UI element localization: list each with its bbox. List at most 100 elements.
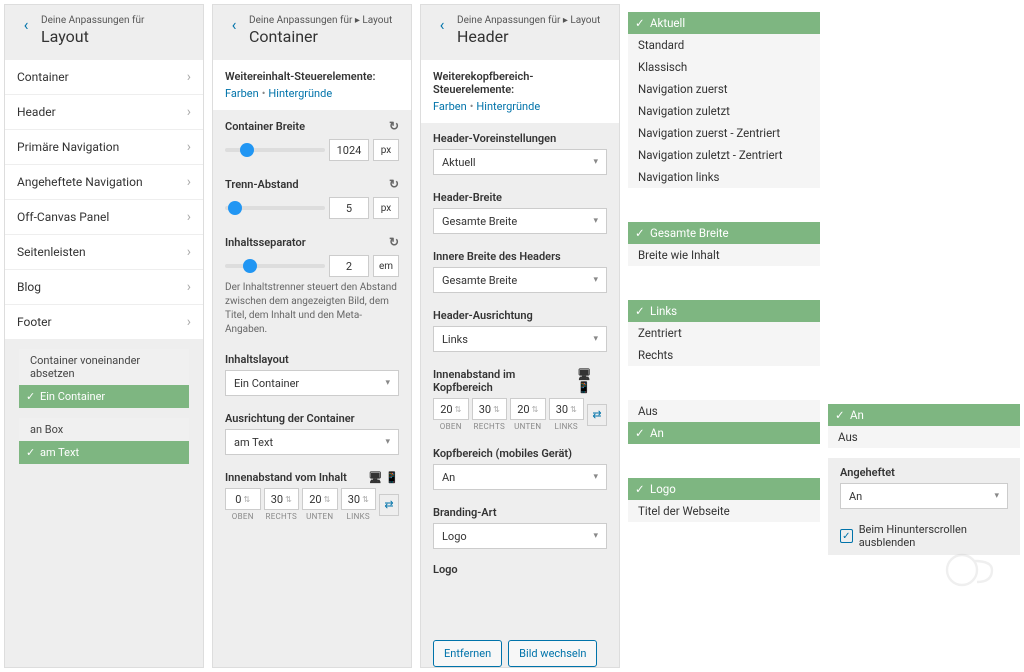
mobile-icon[interactable]: 📱 — [385, 471, 399, 484]
sticky-select[interactable]: An▾ — [840, 483, 1008, 509]
chevron-right-icon: › — [187, 104, 191, 120]
dropdown-option[interactable]: Navigation zuerst - Zentriert — [628, 122, 820, 144]
padding-input[interactable]: 20 ⇅ — [433, 398, 469, 420]
unit-select[interactable]: em — [373, 255, 399, 277]
mobile-icon[interactable]: 📱 — [577, 381, 591, 394]
reset-icon[interactable]: ↻ — [389, 119, 399, 133]
panel-container: ‹ Deine Anpassungen für ▸ Layout Contain… — [212, 4, 412, 668]
layout-menu-item[interactable]: Seitenleisten› — [5, 235, 203, 270]
layout-menu-item[interactable]: Footer› — [5, 305, 203, 339]
panel-header: ‹ Deine Anpassungen für ▸ Layout Header — [421, 5, 619, 56]
align-options: LinksZentriertRechts — [628, 300, 820, 366]
layout-select[interactable]: Ein Container▾ — [225, 370, 399, 396]
control-content-layout: Inhaltslayout Ein Container▾ — [213, 345, 411, 404]
panel-layout: ‹ Deine Anpassungen für Layout Container… — [4, 4, 204, 668]
layout-menu-item[interactable]: Container› — [5, 60, 203, 95]
branding-select[interactable]: Logo▾ — [433, 523, 607, 549]
inner-width-select[interactable]: Gesamte Breite▾ — [433, 267, 607, 293]
control-align: Ausrichtung der Container am Text▾ — [213, 404, 411, 463]
link-padding-icon[interactable]: ⇄ — [379, 494, 399, 516]
chevron-right-icon: › — [187, 279, 191, 295]
dropdown-option[interactable]: Standard — [628, 34, 820, 56]
mobile-header-select[interactable]: An▾ — [433, 464, 607, 490]
dropdown-option[interactable]: Titel der Webseite — [628, 500, 820, 522]
link-colors[interactable]: Farben — [433, 100, 467, 113]
back-icon[interactable]: ‹ — [17, 15, 35, 33]
reset-icon[interactable]: ↻ — [389, 177, 399, 191]
preset-options: AktuellStandardKlassischNavigation zuers… — [628, 12, 820, 188]
preset-select[interactable]: Aktuell▾ — [433, 149, 607, 175]
header-width-select[interactable]: Gesamte Breite▾ — [433, 208, 607, 234]
unit-select[interactable]: px — [373, 139, 399, 161]
link-padding-icon[interactable]: ⇄ — [587, 404, 607, 426]
padding-input[interactable]: 30 ⇅ — [264, 488, 300, 510]
dropdown-option[interactable]: Navigation links — [628, 166, 820, 188]
width-slider[interactable] — [225, 148, 325, 152]
option-text[interactable]: am Text — [19, 441, 189, 464]
dropdown-option[interactable]: Navigation zuerst — [628, 78, 820, 100]
checkbox-icon: ✓ — [840, 529, 853, 543]
chevron-right-icon: › — [187, 69, 191, 85]
dropdown-option[interactable]: Rechts — [628, 344, 820, 366]
back-icon[interactable]: ‹ — [433, 15, 451, 33]
panel-header: ‹ Deine Anpassungen für Layout — [5, 5, 203, 56]
option-one-container[interactable]: Ein Container — [19, 385, 189, 408]
dropdown-option[interactable]: Klassisch — [628, 56, 820, 78]
sep-slider[interactable] — [225, 264, 325, 268]
dropdown-option[interactable]: Aus — [628, 400, 820, 422]
padding-input[interactable]: 30 ⇅ — [341, 488, 377, 510]
back-icon[interactable]: ‹ — [225, 15, 243, 33]
dropdown-option[interactable]: An — [828, 404, 1020, 426]
dropdown-option[interactable]: Navigation zuletzt — [628, 100, 820, 122]
breadcrumb: Deine Anpassungen für — [41, 15, 191, 26]
gap-input[interactable]: 5 — [329, 197, 369, 219]
layout-menu: Container›Header›Primäre Navigation›Ange… — [5, 60, 203, 339]
chevron-right-icon: › — [187, 139, 191, 155]
padding-input[interactable]: 30 ⇅ — [549, 398, 585, 420]
width-input[interactable]: 1024 — [329, 139, 369, 161]
dropdown-option[interactable]: Gesamte Breite — [628, 222, 820, 244]
link-colors[interactable]: Farben — [225, 87, 259, 100]
dropdown-option[interactable]: Zentriert — [628, 322, 820, 344]
dropdown-option[interactable]: Breite wie Inhalt — [628, 244, 820, 266]
layout-menu-item[interactable]: Off-Canvas Panel› — [5, 200, 203, 235]
layout-menu-item[interactable]: Primäre Navigation› — [5, 130, 203, 165]
desktop-icon[interactable]: 🖥 — [368, 471, 382, 484]
breadcrumb: Deine Anpassungen für ▸ Layout — [457, 15, 607, 26]
dropdown-option[interactable]: Aktuell — [628, 12, 820, 34]
padding-input[interactable]: 0 ⇅ — [225, 488, 261, 510]
control-separator: Inhaltsseparator↻ 2 em Der Inhaltstrenne… — [213, 227, 411, 345]
chevron-right-icon: › — [187, 244, 191, 260]
align-select[interactable]: am Text▾ — [225, 429, 399, 455]
link-backgrounds[interactable]: Hintergründe — [476, 100, 540, 113]
panel-header-settings: ‹ Deine Anpassungen für ▸ Layout Header … — [420, 4, 620, 668]
dropdown-option[interactable]: An — [628, 422, 820, 444]
help-text: Der Inhaltstrenner steuert den Abstand z… — [225, 281, 399, 337]
sep-input[interactable]: 2 — [329, 255, 369, 277]
gap-slider[interactable] — [225, 206, 325, 210]
header-align-select[interactable]: Links▾ — [433, 326, 607, 352]
sub-controls: Weitereinhalt-Steuerelemente: Farben•Hin… — [213, 60, 411, 111]
unit-select[interactable]: px — [373, 197, 399, 219]
change-image-button[interactable]: Bild wechseln — [508, 640, 597, 667]
dropdown-option[interactable]: Navigation zuletzt - Zentriert — [628, 144, 820, 166]
layout-menu-item[interactable]: Angeheftete Navigation› — [5, 165, 203, 200]
dropdown-option[interactable]: Links — [628, 300, 820, 322]
padding-input[interactable]: 30 ⇅ — [472, 398, 508, 420]
page-title: Container — [249, 27, 399, 46]
padding-input[interactable]: 20 ⇅ — [302, 488, 338, 510]
dropdown-option[interactable]: Logo — [628, 478, 820, 500]
remove-button[interactable]: Entfernen — [433, 640, 502, 667]
padding-input[interactable]: 20 ⇅ — [510, 398, 546, 420]
mobile-options: AusAn — [628, 400, 820, 444]
option-separate[interactable]: Container voneinander absetzen — [19, 349, 189, 385]
link-backgrounds[interactable]: Hintergründe — [268, 87, 332, 100]
option-box[interactable]: an Box — [19, 418, 189, 441]
panel-header: ‹ Deine Anpassungen für ▸ Layout Contain… — [213, 5, 411, 56]
layout-menu-item[interactable]: Header› — [5, 95, 203, 130]
dropdown-option[interactable]: Aus — [828, 426, 1020, 448]
reset-icon[interactable]: ↻ — [389, 235, 399, 249]
desktop-icon[interactable]: 🖥 — [577, 368, 591, 381]
layout-menu-item[interactable]: Blog› — [5, 270, 203, 305]
chevron-right-icon: › — [187, 314, 191, 330]
